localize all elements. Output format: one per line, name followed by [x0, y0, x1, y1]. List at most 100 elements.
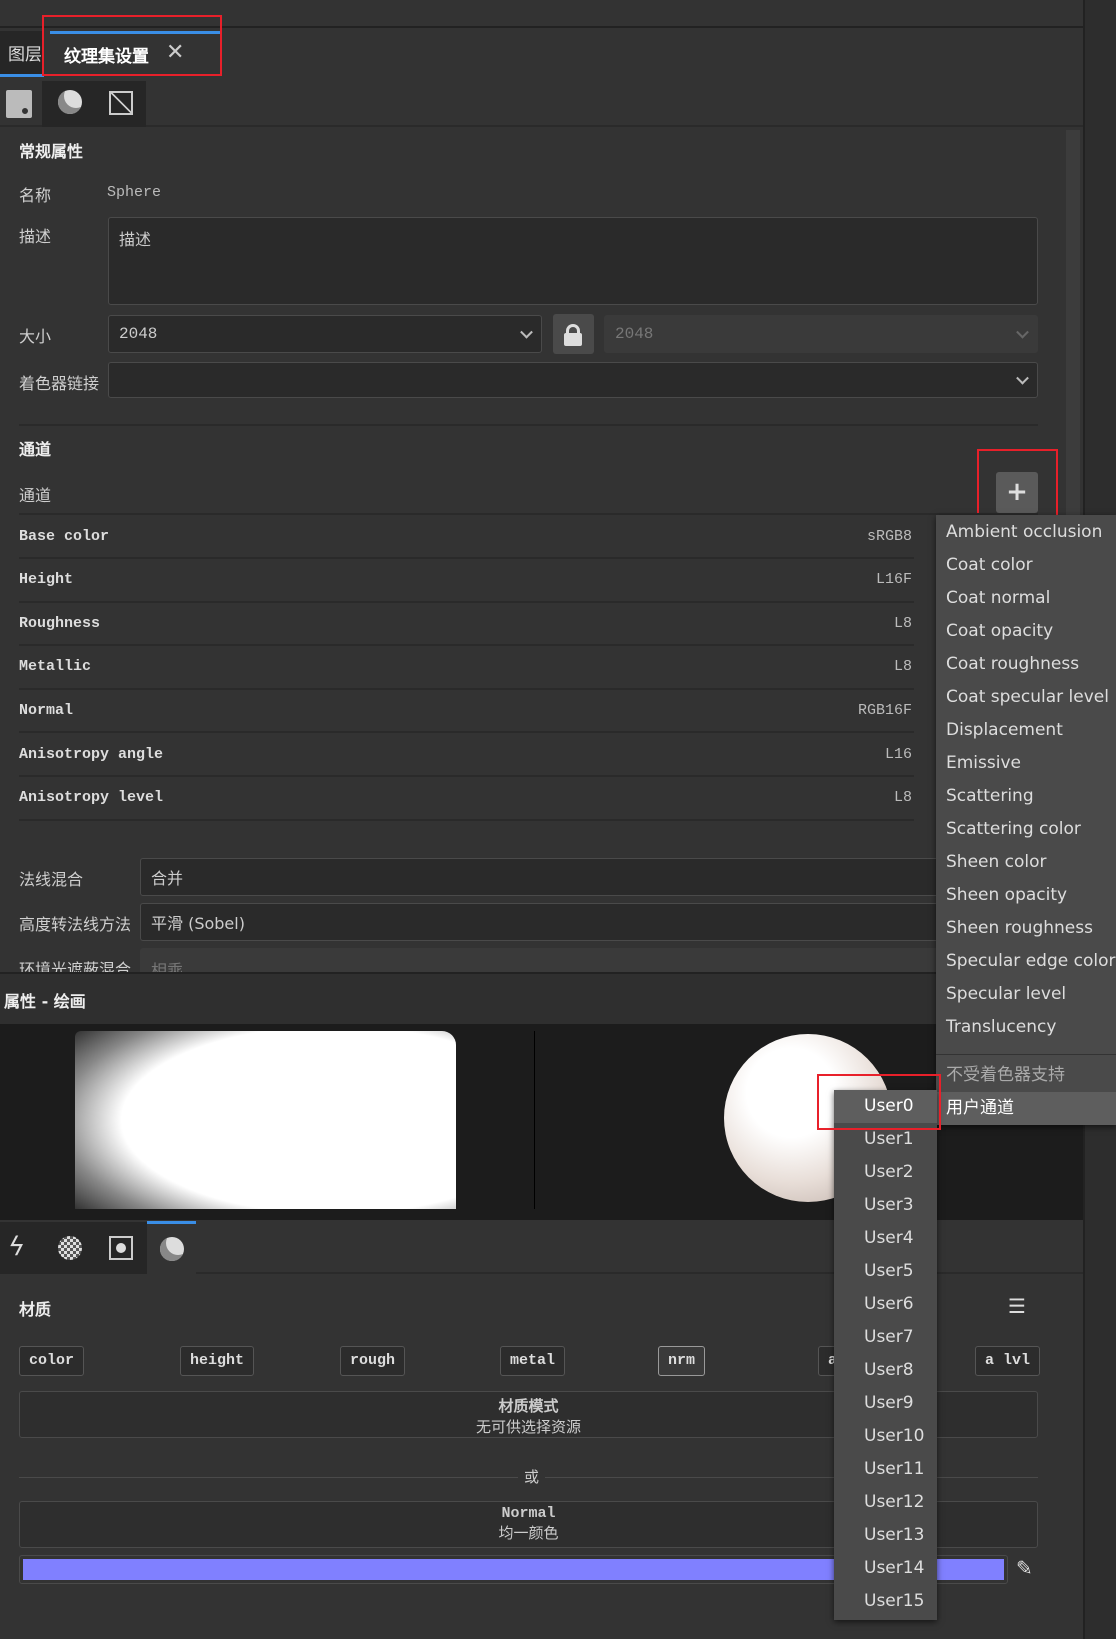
brush-alpha-preview: [75, 1031, 456, 1209]
menu-item[interactable]: Coat roughness: [936, 648, 1116, 681]
menu-item[interactable]: Sheen opacity: [936, 879, 1116, 912]
size-dropdown[interactable]: 2048: [108, 315, 542, 353]
height-to-normal-value: 平滑 (Sobel): [151, 914, 245, 933]
material-title: 材质: [19, 1300, 52, 1319]
menu-item[interactable]: Coat specular level: [936, 681, 1116, 714]
or-label: 或: [518, 1466, 546, 1487]
name-value[interactable]: Sphere: [107, 184, 161, 201]
menu-item-user-channels[interactable]: 用户通道: [936, 1092, 1116, 1125]
menu-item[interactable]: Sheen roughness: [936, 912, 1116, 945]
channel-row[interactable]: Height L16F: [19, 559, 914, 603]
size-value-locked: 2048: [615, 325, 654, 343]
submenu-item-user9[interactable]: User9: [834, 1387, 937, 1420]
submenu-item-user7[interactable]: User7: [834, 1321, 937, 1354]
uv-mesh-icon[interactable]: [109, 91, 133, 115]
ao-blend-row-clipped: 环境光遮蔽混合 相乘: [0, 948, 1066, 972]
menu-item-unsupported: 不受着色器支持: [946, 1065, 1065, 1085]
menu-item[interactable]: Displacement: [936, 714, 1116, 747]
user-channels-submenu: User0 User1 User2 User3 User4 User5 User6 User7…: [834, 1090, 937, 1620]
height-to-normal-dropdown[interactable]: 平滑 (Sobel): [140, 903, 1038, 941]
name-label: 名称: [19, 186, 52, 205]
channel-chip-nrm[interactable]: nrm: [658, 1346, 706, 1376]
submenu-item-user13[interactable]: User13: [834, 1519, 937, 1552]
menu-item[interactable]: Scattering color: [936, 813, 1116, 846]
shader-link-label: 着色器链接: [19, 374, 100, 393]
channel-name: Anisotropy angle: [19, 745, 164, 763]
channel-name: Normal: [19, 701, 74, 719]
menu-item[interactable]: Sheen color: [936, 846, 1116, 879]
size-dropdown-locked: 2048: [604, 315, 1038, 353]
channel-format[interactable]: L8: [894, 789, 912, 806]
channel-format[interactable]: RGB16F: [858, 702, 912, 719]
submenu-item-user12[interactable]: User12: [834, 1486, 937, 1519]
channel-chip-metal[interactable]: metal: [500, 1346, 566, 1376]
channel-chip-rough[interactable]: rough: [340, 1346, 406, 1376]
section-title-general: 常规属性: [19, 142, 84, 161]
channel-row[interactable]: Metallic L8: [19, 646, 914, 690]
submenu-item-user10[interactable]: User10: [834, 1420, 937, 1453]
description-text: 描述: [119, 230, 152, 249]
channel-row[interactable]: Anisotropy level L8: [19, 777, 914, 821]
submenu-item-user4[interactable]: User4: [834, 1222, 937, 1255]
list-options-icon[interactable]: ☰: [1008, 1294, 1026, 1318]
menu-item[interactable]: Scattering: [936, 780, 1116, 813]
channel-format[interactable]: L8: [894, 658, 912, 675]
description-input[interactable]: 描述: [108, 217, 1038, 305]
size-label: 大小: [19, 327, 52, 346]
paint-panel-title: 属性 - 绘画: [4, 992, 86, 1011]
menu-item[interactable]: Coat color: [936, 549, 1116, 582]
material-tab[interactable]: [147, 1221, 196, 1274]
brush-stroke-icon[interactable]: ϟ: [8, 1232, 25, 1262]
submenu-item-user15[interactable]: User15: [834, 1585, 937, 1618]
height-to-normal-label: 高度转法线方法: [19, 915, 132, 934]
material-sphere-icon: [160, 1237, 184, 1261]
submenu-item-user14[interactable]: User14: [834, 1552, 937, 1585]
submenu-item-user6[interactable]: User6: [834, 1288, 937, 1321]
submenu-item-user5[interactable]: User5: [834, 1255, 937, 1288]
panel-icon-bar: [0, 79, 1083, 127]
lock-button[interactable]: [553, 314, 594, 354]
size-value: 2048: [119, 325, 158, 343]
menu-item[interactable]: Ambient occlusion: [936, 516, 1116, 549]
channel-format[interactable]: L16: [885, 746, 912, 763]
submenu-item-user2[interactable]: User2: [834, 1156, 937, 1189]
material-sphere-icon[interactable]: [58, 90, 82, 114]
menu-item[interactable]: Coat opacity: [936, 615, 1116, 648]
stencil-icon[interactable]: [109, 1236, 133, 1260]
ao-blend-value: 相乘: [151, 961, 184, 972]
eyedropper-icon[interactable]: ✎: [1016, 1556, 1033, 1580]
highlight-box: [817, 1074, 941, 1130]
menu-item[interactable]: Emissive: [936, 747, 1116, 780]
submenu-item-user8[interactable]: User8: [834, 1354, 937, 1387]
channel-row[interactable]: Base color sRGB8: [19, 515, 914, 559]
ao-blend-label: 环境光遮蔽混合: [19, 960, 132, 972]
channel-row[interactable]: Roughness L8: [19, 602, 914, 647]
menu-item[interactable]: Specular edge color: [936, 945, 1116, 978]
channel-chip-a-lvl[interactable]: a lvl: [975, 1346, 1041, 1376]
menu-item[interactable]: Translucency: [936, 1011, 1116, 1044]
divider: [19, 424, 1038, 426]
alpha-checker-icon[interactable]: [58, 1236, 82, 1260]
submenu-item-user3[interactable]: User3: [834, 1189, 937, 1222]
channel-row[interactable]: Anisotropy angle L16: [19, 733, 914, 777]
channel-format[interactable]: L8: [894, 615, 912, 632]
channel-row[interactable]: Normal RGB16F: [19, 689, 914, 734]
channel-chip-color[interactable]: color: [19, 1346, 85, 1376]
normal-blend-label: 法线混合: [19, 870, 84, 889]
menu-item[interactable]: Coat normal: [936, 582, 1116, 615]
channel-format[interactable]: sRGB8: [867, 528, 912, 545]
tab-layers[interactable]: 图层: [0, 31, 44, 77]
shader-link-dropdown[interactable]: [108, 362, 1038, 398]
menu-item[interactable]: Specular level: [936, 978, 1116, 1011]
submenu-item-user11[interactable]: User11: [834, 1453, 937, 1486]
preview-divider: [534, 1031, 535, 1209]
channels-label: 通道: [19, 486, 52, 505]
tab-label: 图层: [8, 45, 42, 65]
settings-list-icon[interactable]: [6, 90, 32, 118]
normal-blend-dropdown[interactable]: 合并: [140, 858, 1038, 896]
channel-name: Anisotropy level: [19, 789, 164, 807]
channel-name: Roughness: [19, 614, 101, 632]
channel-format[interactable]: L16F: [876, 571, 912, 588]
channel-chip-height[interactable]: height: [180, 1346, 255, 1376]
channel-name: Metallic: [19, 658, 92, 676]
